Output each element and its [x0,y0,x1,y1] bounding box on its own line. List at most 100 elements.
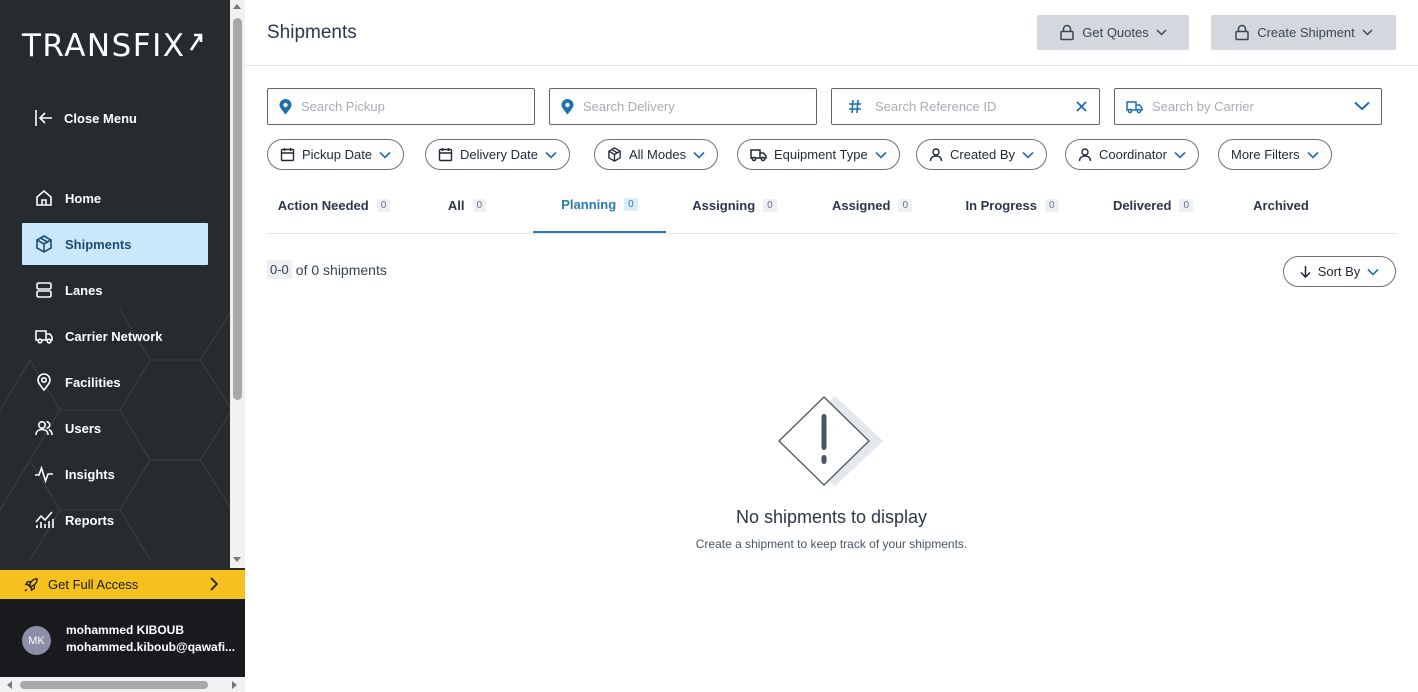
chevron-down-icon[interactable] [1354,101,1370,111]
tab-label: All [447,197,465,213]
chevron-down-icon [875,151,887,159]
user-icon [1078,148,1092,162]
create-shipment-label: Create Shipment [1257,25,1355,40]
calendar-icon [438,148,453,162]
sidebar-item-label: Users [65,420,102,436]
sidebar-item-reports[interactable]: Reports [22,499,208,541]
tab-archived[interactable]: Archived [1223,177,1339,233]
chevron-down-icon [1174,151,1186,159]
pulse-icon [35,465,53,484]
logo-arrow-icon [189,33,202,51]
sidebar-nav: Home Shipments Lanes Carrier Network Fac… [22,177,208,545]
created-by-filter[interactable]: Created By [916,139,1048,170]
box-icon [608,147,621,162]
all-modes-label: All Modes [629,147,687,162]
create-shipment-button[interactable]: Create Shipment [1211,15,1396,50]
page-title: Shipments [267,22,357,43]
truck-icon [35,330,53,344]
get-quotes-label: Get Quotes [1082,25,1149,40]
tab-count-badge: 0 [763,198,777,212]
tab-all[interactable]: All 0 [401,177,533,233]
coordinator-filter[interactable]: Coordinator [1065,139,1199,170]
delivery-date-label: Delivery Date [460,147,539,162]
lock-icon [1235,24,1249,41]
tab-in-progress[interactable]: In Progress 0 [941,177,1083,233]
tab-delivered[interactable]: Delivered 0 [1083,177,1223,233]
scrollbar-thumb[interactable] [233,18,242,400]
close-icon[interactable] [1075,100,1088,113]
sidebar-item-label: Reports [65,512,115,528]
results-range: 0-0 [267,260,292,279]
tab-label: Delivered [1112,197,1172,213]
box-icon [36,235,52,253]
tab-planning[interactable]: Planning 0 [533,177,666,233]
get-full-access-button[interactable]: Get Full Access [0,570,245,599]
get-quotes-button[interactable]: Get Quotes [1037,15,1189,50]
user-icon [929,148,943,162]
coordinator-label: Coordinator [1099,147,1167,162]
more-filters-button[interactable]: More Filters [1218,139,1332,170]
sidebar-item-insights[interactable]: Insights [22,453,208,495]
scroll-right-arrow-icon[interactable] [232,681,237,689]
chevron-down-icon [545,151,557,159]
sort-by-button[interactable]: Sort By [1283,256,1396,287]
tab-count-badge: 0 [898,198,913,212]
search-reference-input[interactable]: Search Reference ID [831,88,1100,125]
location-pin-icon [37,373,51,392]
delivery-date-filter[interactable]: Delivery Date [425,139,571,170]
get-full-access-label: Get Full Access [48,577,139,592]
sidebar-horizontal-scrollbar[interactable] [0,677,245,692]
sidebar-item-users[interactable]: Users [22,407,208,449]
search-carrier-select[interactable]: Search by Carrier [1114,88,1382,125]
chevron-down-icon [1156,29,1167,36]
tab-assigning[interactable]: Assigning 0 [666,177,803,233]
equipment-type-filter[interactable]: Equipment Type [737,139,900,170]
tab-count-badge: 0 [472,198,487,212]
truck-icon [750,148,767,161]
home-icon [36,189,52,206]
lock-icon [1060,24,1074,41]
hash-icon [849,99,861,114]
sidebar-item-lanes[interactable]: Lanes [22,269,208,311]
chevron-down-icon [1022,151,1034,159]
user-name: mohammed KIBOUB [66,623,185,637]
empty-state-title: No shipments to display [735,507,928,527]
tab-label: Planning [561,196,617,212]
sidebar-item-carrier-network[interactable]: Carrier Network [22,315,208,357]
user-profile[interactable]: MK mohammed KIBOUB mohammed.kiboub@qawaf… [0,599,245,677]
search-delivery-input[interactable]: Search Delivery [549,88,817,125]
chevron-down-icon [693,151,705,159]
tab-count-badge: 0 [624,197,638,211]
location-pin-icon [561,98,574,114]
page-header: Shipments Get Quotes Create Shipment [245,0,1418,66]
scroll-left-arrow-icon[interactable] [7,681,12,689]
search-pickup-placeholder: Search Pickup [301,99,385,114]
tab-label: In Progress [965,197,1037,213]
scroll-down-arrow-icon[interactable] [233,557,241,562]
lanes-icon [36,282,52,298]
sidebar-vertical-scrollbar[interactable] [230,0,245,568]
all-modes-filter[interactable]: All Modes [594,139,719,170]
tab-label: Assigned [831,197,891,213]
tab-action-needed[interactable]: Action Needed 0 [267,177,401,233]
sidebar-item-label: Lanes [65,282,103,298]
scroll-up-arrow-icon[interactable] [233,4,241,9]
sidebar: TRANSFIX Close Menu Home Shipments Lanes… [0,0,245,692]
chevron-down-icon [1367,268,1379,276]
user-email: mohammed.kiboub@qawafi... [66,640,236,654]
search-delivery-placeholder: Search Delivery [583,99,675,114]
tab-assigned[interactable]: Assigned 0 [803,177,941,233]
truck-icon [1126,100,1143,113]
results-summary: 0-0 of 0 shipments [267,260,387,279]
search-pickup-input[interactable]: Search Pickup [267,88,535,125]
close-menu-button[interactable]: Close Menu [34,109,137,127]
transfix-logo: TRANSFIX [22,26,204,66]
tab-count-badge: 0 [1044,198,1059,212]
scrollbar-thumb[interactable] [20,681,208,689]
sidebar-item-label: Facilities [65,374,121,390]
sidebar-item-facilities[interactable]: Facilities [22,361,208,403]
sidebar-item-home[interactable]: Home [22,177,208,219]
sidebar-item-shipments[interactable]: Shipments [22,223,208,265]
pickup-date-filter[interactable]: Pickup Date [267,139,405,170]
chevron-down-icon [379,151,391,159]
